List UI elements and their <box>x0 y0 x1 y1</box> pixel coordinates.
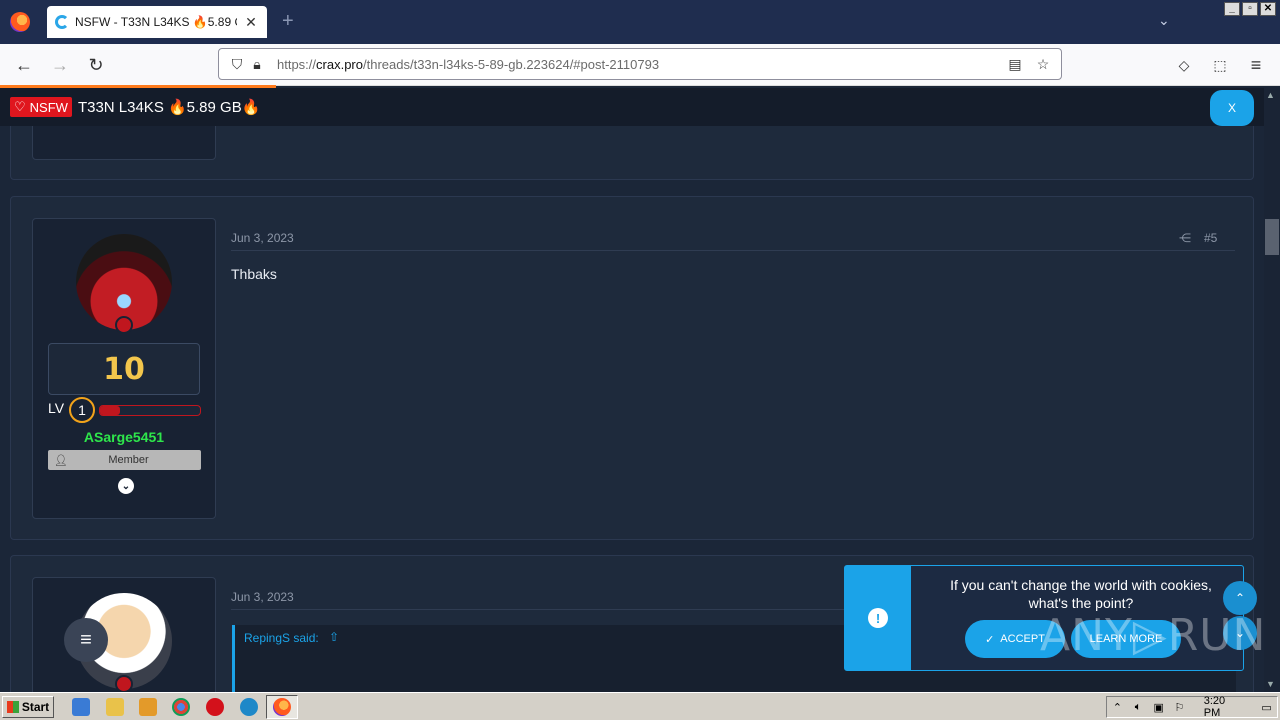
post-header-divider <box>231 609 851 610</box>
username-link[interactable]: ASarge5451 <box>33 429 215 445</box>
page-content: ♡NSFW T33N L34KS 🔥5.89 GB🔥 X ⌄ 10 LV 1 A… <box>0 88 1264 692</box>
user-role-label: Member <box>108 454 149 466</box>
tracking-shield-icon[interactable]: ⛉ <box>227 56 247 73</box>
nsfw-badge: ♡ NSFW <box>10 97 72 117</box>
floating-menu-button[interactable]: ≡ <box>64 618 108 662</box>
status-indicator-icon <box>115 316 133 334</box>
xp-progress-bar <box>99 405 201 416</box>
list-all-tabs-chevron-icon[interactable]: ⌄ <box>1158 12 1170 29</box>
user-panel: 10 LV 1 ASarge5451 👤︎ Member ⌄ <box>32 218 216 519</box>
status-indicator-icon <box>115 675 133 692</box>
close-header-button[interactable]: X <box>1210 90 1254 126</box>
expand-user-chevron-icon[interactable]: ⌄ <box>118 478 134 494</box>
start-button[interactable]: Start <box>2 696 54 718</box>
extensions-icon[interactable]: ⬚ <box>1209 54 1231 76</box>
post-date[interactable]: Jun 3, 2023 <box>231 590 294 604</box>
site-favicon-icon <box>55 15 69 29</box>
forward-arrow-icon[interactable]: → <box>49 54 71 76</box>
post: 10 LV 1 ASarge5451 👤︎ Member ⌄ Jun 3, 20… <box>10 196 1254 540</box>
show-desktop-icon[interactable]: ▭ <box>1256 701 1277 714</box>
post-number-link[interactable]: #5 <box>1204 231 1217 245</box>
tab-title: NSFW - T33N L34KS 🔥5.89 GB🔥 <box>75 15 237 29</box>
post-date[interactable]: Jun 3, 2023 <box>231 231 294 245</box>
cookie-banner-side: ! <box>845 566 911 670</box>
thread-header: ♡ NSFW T33N L34KS 🔥5.89 GB🔥 <box>0 88 1264 126</box>
minimize-button[interactable]: _ <box>1224 2 1240 16</box>
level-label: LV <box>48 400 65 416</box>
level-badge: 10 <box>48 343 200 395</box>
reload-icon[interactable]: ↻ <box>85 54 107 76</box>
thread-title: T33N L34KS 🔥5.89 GB🔥 <box>77 99 261 116</box>
browser-nav-bar: ← → ↻ ⛉ 🔒︎ https://crax.pro/threads/t33n… <box>0 44 1280 86</box>
xp-progress-fill <box>100 406 120 415</box>
share-icon[interactable]: ⋲ <box>1179 231 1191 245</box>
opera-icon[interactable] <box>206 698 224 716</box>
firefox-logo-icon <box>10 12 30 32</box>
menu-hamburger-icon[interactable]: ≡ <box>1245 54 1267 76</box>
chrome-icon[interactable] <box>172 698 190 716</box>
back-arrow-icon[interactable]: ← <box>13 54 35 76</box>
maximize-button[interactable]: ▫ <box>1242 2 1258 16</box>
ie-icon[interactable] <box>72 698 90 716</box>
system-tray: ⌃ 🔈︎ ▣ ⚐ 3:20 PM ▭ <box>1106 695 1278 719</box>
page-scrollbar[interactable] <box>1264 88 1280 692</box>
jump-to-quote-icon[interactable]: ⇧ <box>329 630 339 644</box>
anyrun-watermark: ANY▷RUN <box>1040 610 1264 661</box>
edge-icon[interactable] <box>240 698 258 716</box>
level-number: 1 <box>69 397 95 423</box>
close-window-button[interactable]: ✕ <box>1260 2 1276 16</box>
post-header-divider <box>231 250 1235 251</box>
explorer-folder-icon[interactable] <box>106 698 124 716</box>
scrollbar-up-arrow-icon[interactable]: ▲ <box>1266 90 1275 100</box>
user-icon: 👤︎ <box>54 454 68 467</box>
tab-close-button[interactable]: ✕ <box>243 14 259 31</box>
network-icon[interactable]: ▣ <box>1148 701 1169 714</box>
pocket-icon[interactable]: ◇ <box>1173 54 1195 76</box>
firefox-icon[interactable] <box>273 698 291 716</box>
user-panel <box>32 577 216 692</box>
clock[interactable]: 3:20 PM <box>1204 695 1243 719</box>
lock-icon[interactable]: 🔒︎ <box>247 56 267 73</box>
window-controls: _ ▫ ✕ <box>1224 2 1276 16</box>
scrollbar-down-arrow-icon[interactable]: ▼ <box>1266 679 1275 689</box>
address-bar[interactable]: ⛉ 🔒︎ https://crax.pro/threads/t33n-l34ks… <box>218 48 1062 80</box>
new-tab-button[interactable]: + <box>282 10 294 33</box>
heart-icon: ♡ <box>14 99 26 114</box>
windows-taskbar: Start ⌃ 🔈︎ ▣ ⚐ 3:20 PM ▭ <box>0 692 1280 720</box>
reader-view-icon[interactable]: ▤ <box>1005 56 1025 73</box>
checkmark-icon: ✓ <box>985 633 995 646</box>
exclamation-icon: ! <box>868 608 888 628</box>
windows-logo-icon <box>6 701 19 713</box>
volume-icon[interactable]: 🔈︎ <box>1128 701 1149 714</box>
scrollbar-thumb[interactable] <box>1265 219 1279 255</box>
user-role-banner: 👤︎ Member <box>48 450 201 470</box>
post-body-text: Thbaks <box>231 266 277 282</box>
media-player-icon[interactable] <box>139 698 157 716</box>
browser-tab-bar: NSFW - T33N L34KS 🔥5.89 GB🔥 ✕ + ⌄ _ ▫ ✕ <box>0 0 1280 44</box>
url-text[interactable]: https://crax.pro/threads/t33n-l34ks-5-89… <box>277 57 1005 72</box>
browser-tab-active[interactable]: NSFW - T33N L34KS 🔥5.89 GB🔥 ✕ <box>47 6 267 38</box>
cookie-message: If you can't change the world with cooki… <box>950 577 1212 611</box>
bookmark-star-icon[interactable]: ☆ <box>1033 56 1053 73</box>
flag-icon[interactable]: ⚐ <box>1169 701 1190 714</box>
tray-expand-icon[interactable]: ⌃ <box>1107 701 1128 714</box>
quote-author-link[interactable]: RepingS said: <box>244 631 319 645</box>
